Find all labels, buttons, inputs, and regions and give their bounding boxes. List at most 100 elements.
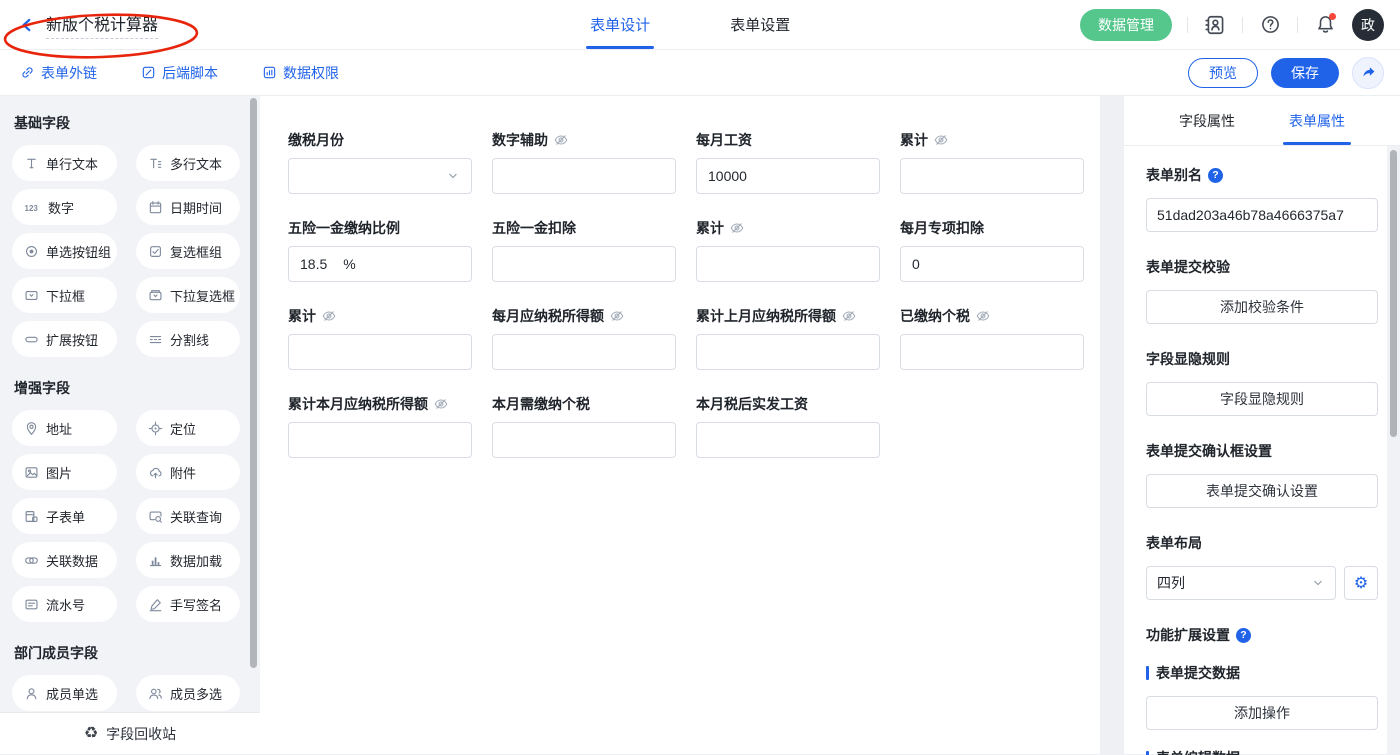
separator — [1242, 17, 1243, 33]
field-pill[interactable]: 定位 — [136, 410, 240, 446]
field-input[interactable] — [492, 334, 676, 370]
field-label: 每月应纳税所得额 — [492, 306, 676, 326]
avatar[interactable]: 政 — [1352, 9, 1384, 41]
field-pill[interactable]: 分割线 — [136, 321, 240, 357]
layout-gear-button[interactable]: ⚙ — [1344, 566, 1378, 600]
field-input[interactable] — [288, 422, 472, 458]
form-field[interactable]: 每月专项扣除 0 — [900, 218, 1084, 282]
panel-section-button[interactable]: 添加校验条件 — [1146, 290, 1378, 324]
field-pill[interactable]: 单选按钮组 — [12, 233, 117, 269]
field-pill[interactable]: 下拉复选框 — [136, 277, 240, 313]
canvas-panel-gap — [1100, 96, 1124, 754]
field-pill-label: 复选框组 — [170, 242, 222, 261]
field-pill[interactable]: 流水号 — [12, 586, 117, 622]
field-input[interactable] — [492, 246, 676, 282]
field-input[interactable] — [288, 334, 472, 370]
field-input[interactable] — [492, 158, 676, 194]
field-pill[interactable]: 手写签名 — [136, 586, 240, 622]
field-pill[interactable]: 单行文本 — [12, 145, 117, 181]
panel-section: 表单提交确认框设置表单提交确认设置 — [1146, 441, 1378, 508]
field-input[interactable] — [900, 158, 1084, 194]
field-pill[interactable]: 多行文本 — [136, 145, 240, 181]
form-canvas[interactable]: 缴税月份数字辅助每月工资10000累计五险一金缴纳比例18.5%五险一金扣除累计… — [260, 96, 1100, 754]
form-field[interactable]: 每月应纳税所得额 — [492, 306, 676, 370]
field-input[interactable] — [696, 334, 880, 370]
field-pill[interactable]: 123数字 — [12, 189, 117, 225]
form-field[interactable]: 累计 — [900, 130, 1084, 194]
toolbar-link-0[interactable]: 表单外链 — [20, 63, 97, 83]
panel-section-button[interactable]: 表单提交确认设置 — [1146, 474, 1378, 508]
extensions-label: 功能扩展设置 ? — [1146, 625, 1378, 645]
field-pill[interactable]: 成员多选 — [136, 675, 240, 711]
field-pill[interactable]: 扩展按钮 — [12, 321, 117, 357]
form-field[interactable]: 五险一金缴纳比例18.5% — [288, 218, 472, 282]
field-input[interactable] — [696, 246, 880, 282]
form-field[interactable]: 本月税后实发工资 — [696, 394, 880, 458]
form-field[interactable]: 数字辅助 — [492, 130, 676, 194]
field-input[interactable]: 10000 — [696, 158, 880, 194]
dropdown-multi-icon — [148, 288, 163, 303]
field-input[interactable] — [696, 422, 880, 458]
tab-field-properties[interactable]: 字段属性 — [1177, 96, 1237, 145]
sidebar-scrollbar[interactable] — [250, 98, 257, 668]
field-label: 累计 — [288, 306, 472, 326]
share-arrow-icon — [1360, 64, 1377, 81]
tab-form-design[interactable]: 表单设计 — [590, 0, 650, 49]
field-input[interactable] — [492, 422, 676, 458]
field-pill[interactable]: 成员单选 — [12, 675, 117, 711]
field-input[interactable]: 0 — [900, 246, 1084, 282]
help-icon[interactable] — [1258, 13, 1282, 37]
field-pill[interactable]: 数据加载 — [136, 542, 240, 578]
form-alias-input[interactable]: 51dad203a46b78a4666375a7 — [1146, 198, 1378, 232]
field-recycle-bin[interactable]: ♻ 字段回收站 — [0, 712, 260, 754]
field-pill[interactable]: 图片 — [12, 454, 117, 490]
contacts-icon[interactable] — [1203, 13, 1227, 37]
toolbar-link-2[interactable]: 数据权限 — [262, 63, 339, 83]
add-action-button[interactable]: 添加操作 — [1146, 696, 1378, 730]
share-button[interactable] — [1352, 57, 1384, 89]
form-field[interactable]: 累计本月应纳税所得额 — [288, 394, 472, 458]
field-pill[interactable]: 复选框组 — [136, 233, 240, 269]
field-pill[interactable]: 下拉框 — [12, 277, 117, 313]
panel-scrollbar[interactable] — [1390, 150, 1397, 437]
save-button[interactable]: 保存 — [1271, 58, 1339, 88]
preview-button[interactable]: 预览 — [1188, 58, 1258, 88]
notification-bell-icon[interactable] — [1313, 13, 1337, 37]
field-pill[interactable]: 日期时间 — [136, 189, 240, 225]
tab-form-properties[interactable]: 表单属性 — [1287, 96, 1347, 145]
panel-section: 表单提交校验添加校验条件 — [1146, 257, 1378, 324]
form-field[interactable]: 累计 — [288, 306, 472, 370]
form-layout-label: 表单布局 — [1146, 533, 1378, 553]
field-pill[interactable]: 子表单 — [12, 498, 117, 534]
form-field[interactable]: 本月需缴纳个税 — [492, 394, 676, 458]
field-pill[interactable]: 关联查询 — [136, 498, 240, 534]
help-icon[interactable]: ? — [1208, 168, 1223, 183]
field-label: 本月税后实发工资 — [696, 394, 880, 414]
field-input[interactable]: 18.5% — [288, 246, 472, 282]
form-field[interactable]: 五险一金扣除 — [492, 218, 676, 282]
data-manage-button[interactable]: 数据管理 — [1080, 9, 1172, 41]
form-field[interactable]: 已缴纳个税 — [900, 306, 1084, 370]
panel-section-button[interactable]: 字段显隐规则 — [1146, 382, 1378, 416]
help-icon[interactable]: ? — [1236, 628, 1251, 643]
field-pill-label: 扩展按钮 — [46, 330, 98, 349]
field-label: 已缴纳个税 — [900, 306, 1084, 326]
toolbar-link-1[interactable]: 后端脚本 — [141, 63, 218, 83]
tab-form-settings[interactable]: 表单设置 — [730, 0, 790, 49]
form-field[interactable]: 累计上月应纳税所得额 — [696, 306, 880, 370]
form-field[interactable]: 缴税月份 — [288, 130, 472, 194]
sidebar-section-title: 增强字段 — [14, 378, 260, 398]
form-field[interactable]: 累计 — [696, 218, 880, 282]
field-pill[interactable]: 关联数据 — [12, 542, 117, 578]
field-input[interactable] — [900, 334, 1084, 370]
back-button[interactable] — [18, 16, 36, 34]
form-field[interactable]: 每月工资10000 — [696, 130, 880, 194]
form-layout-select[interactable]: 四列 — [1146, 566, 1336, 600]
field-pill[interactable]: 地址 — [12, 410, 117, 446]
field-pill[interactable]: 附件 — [136, 454, 240, 490]
field-input-value: 10000 — [708, 168, 747, 184]
field-select[interactable] — [288, 158, 472, 194]
extensions-section: 功能扩展设置 ? 表单提交数据添加操作表单编辑数据添加操作 — [1146, 625, 1378, 755]
field-label-text: 每月专项扣除 — [900, 218, 984, 238]
extension-group: 表单编辑数据添加操作 — [1146, 748, 1378, 755]
